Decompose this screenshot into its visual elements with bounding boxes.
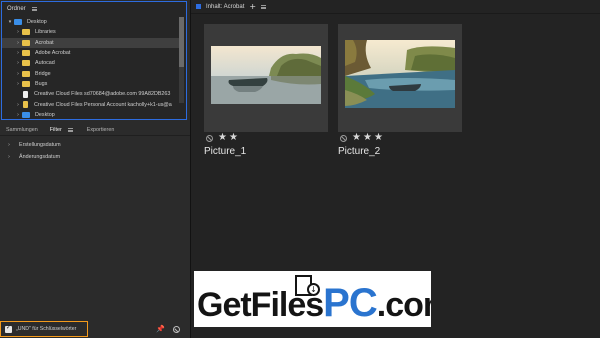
folder-scrollbar-thumb[interactable]	[179, 17, 184, 67]
star-icon[interactable]: ★	[374, 133, 383, 143]
chevron-right-icon[interactable]: ›	[14, 81, 22, 87]
rating-picture-2[interactable]: ★ ★ ★	[340, 133, 383, 143]
folder-scrollbar[interactable]	[179, 17, 184, 103]
star-icon[interactable]: ★	[352, 133, 361, 143]
rating-picture-1[interactable]: ★ ★	[206, 133, 238, 143]
clear-filter-icon[interactable]	[173, 326, 180, 333]
chevron-right-icon[interactable]: ›	[14, 29, 22, 35]
folder-label: Desktop	[27, 19, 47, 26]
folder-icon	[22, 60, 30, 67]
star-icon[interactable]: ★	[218, 133, 227, 143]
folder-label: Autocad	[35, 60, 55, 67]
picture-name: Picture_2	[338, 146, 381, 157]
filter-item-creation-date[interactable]: › Erstellungsdatum	[0, 139, 190, 151]
folder-icon	[22, 29, 30, 36]
and-keywords-label: „UND" für Schlüsselwörter	[16, 326, 77, 332]
and-keywords-checkbox[interactable]	[5, 324, 12, 333]
filter-label: Änderungsdatum	[19, 154, 61, 160]
filter-menu-icon[interactable]	[67, 127, 73, 132]
folders-panel: Ordner ▾ Desktop › Libraries › Acrobat › Adobe …	[1, 1, 187, 120]
folder-label: Bugs	[35, 80, 48, 87]
folder-item[interactable]: ▾ Desktop	[2, 17, 180, 27]
folder-item[interactable]: Creative Cloud Files sd70684@adobe.com 9…	[2, 89, 180, 99]
filter-list: › Erstellungsdatum › Änderungsdatum	[0, 139, 190, 163]
thumbnail-card-picture-1[interactable]	[204, 24, 328, 132]
chevron-right-icon[interactable]: ›	[14, 102, 22, 108]
filter-item-modification-date[interactable]: › Änderungsdatum	[0, 151, 190, 163]
thumbnail-picture-1	[211, 46, 321, 104]
folder-item[interactable]: › Creative Cloud Files Personal Account k…	[2, 99, 180, 109]
folder-item[interactable]: › Acrobat	[2, 37, 180, 48]
tab-filter[interactable]: Filter	[44, 127, 68, 133]
content-title: Inhalt: Acrobat	[206, 3, 245, 10]
reject-icon[interactable]	[340, 134, 347, 142]
chevron-right-icon[interactable]: ›	[14, 112, 22, 118]
folder-item[interactable]: › Adobe Acrobat	[2, 48, 180, 58]
content-menu-icon[interactable]	[261, 4, 267, 9]
star-icon[interactable]: ★	[229, 133, 238, 143]
folder-icon	[22, 111, 30, 118]
pin-icon[interactable]: 📌	[156, 325, 165, 333]
content-header: Inhalt: Acrobat +	[191, 0, 600, 14]
folders-panel-header: Ordner	[2, 2, 186, 16]
folder-item[interactable]: › Bridge	[2, 68, 180, 78]
tab-collections[interactable]: Sammlungen	[0, 127, 44, 133]
folder-item[interactable]: › Libraries	[2, 27, 180, 37]
chevron-down-icon[interactable]: ▾	[6, 19, 14, 25]
chevron-right-icon[interactable]: ›	[14, 71, 22, 77]
filter-footer: „UND" für Schlüsselwörter 📌	[0, 321, 190, 338]
cloud-folder-icon	[23, 101, 28, 109]
folder-label: Desktop	[35, 111, 55, 118]
add-icon[interactable]: +	[249, 2, 256, 11]
chevron-right-icon: ›	[8, 154, 10, 160]
folder-icon	[14, 19, 22, 26]
folder-icon	[22, 70, 30, 77]
thumbnail-picture-2	[345, 40, 455, 108]
folder-label: Libraries	[35, 29, 56, 36]
chevron-right-icon[interactable]: ›	[14, 50, 22, 56]
chevron-right-icon[interactable]: ›	[14, 60, 22, 66]
folder-item[interactable]: › Bugs	[2, 79, 180, 89]
folder-label: Bridge	[35, 70, 51, 77]
folder-item[interactable]: › Autocad	[2, 58, 180, 68]
panel-focus-indicator-icon	[196, 4, 201, 9]
folder-item[interactable]: › Desktop	[2, 110, 180, 119]
document-icon	[23, 90, 28, 98]
tab-export[interactable]: Exportieren	[81, 127, 121, 133]
picture-name: Picture_1	[204, 146, 247, 157]
folder-label: Creative Cloud Files Personal Account ka…	[34, 101, 172, 108]
folder-label: Adobe Acrobat	[35, 50, 71, 57]
chevron-right-icon: ›	[8, 142, 10, 148]
panel-menu-icon[interactable]	[31, 7, 37, 11]
folder-icon	[22, 50, 30, 57]
folders-panel-title: Ordner	[7, 6, 26, 12]
folder-icon	[22, 39, 30, 46]
watermark-logo: GetFilesPC.com ↓	[194, 271, 431, 327]
folder-tree: ▾ Desktop › Libraries › Acrobat › Adobe Acrobat…	[2, 17, 180, 119]
thumbnail-card-picture-2[interactable]	[338, 24, 462, 132]
chevron-right-icon[interactable]: ›	[14, 40, 22, 46]
panel-tabs: Sammlungen Filter Exportieren	[0, 124, 190, 136]
filter-label: Erstellungsdatum	[19, 142, 61, 148]
folder-label: Creative Cloud Files sd70684@adobe.com 9…	[34, 91, 171, 98]
folder-icon	[22, 80, 30, 87]
reject-icon[interactable]	[206, 134, 213, 142]
and-keywords-option[interactable]: „UND" für Schlüsselwörter	[0, 321, 88, 337]
folder-label: Acrobat	[35, 39, 54, 46]
download-icon: ↓	[307, 283, 320, 296]
left-panel: Ordner ▾ Desktop › Libraries › Acrobat › Adobe …	[0, 0, 190, 338]
star-icon[interactable]: ★	[363, 133, 372, 143]
